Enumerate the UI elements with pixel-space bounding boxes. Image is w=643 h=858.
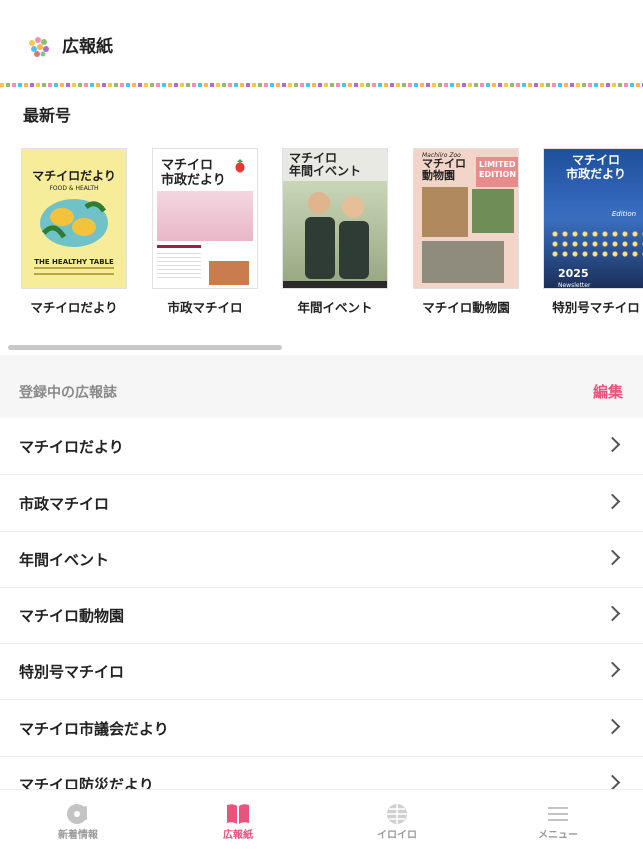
list-item[interactable]: 年間イベント	[0, 531, 643, 588]
issue-card-label: 特別号マチイロ	[552, 300, 640, 315]
limited-edition-badge: LIMITED EDITION	[476, 157, 518, 187]
cover-title: マチイロ	[289, 151, 338, 165]
cover-tag-2: Newsletter	[558, 282, 591, 289]
red-panda-photo	[209, 261, 249, 285]
list-item[interactable]: マチイロだより	[0, 418, 643, 475]
chevron-right-icon	[604, 774, 621, 790]
cover-rule	[157, 245, 201, 248]
machiiro-logo-icon	[29, 37, 49, 57]
registered-section-title: 登録中の広報誌	[19, 385, 117, 401]
nav-item-kohoshi[interactable]: 広報紙	[178, 790, 298, 858]
chevron-right-icon	[604, 718, 621, 735]
globe-icon	[387, 804, 407, 824]
list-item-label: マチイロ動物園	[19, 607, 125, 625]
list-item[interactable]: マチイロ市議会だより	[0, 700, 643, 757]
chevron-right-icon	[604, 661, 621, 678]
edit-button[interactable]: 編集	[593, 381, 623, 402]
app-header: 広報紙	[0, 0, 643, 84]
registered-list: マチイロだより 市政マチイロ 年間イベント マチイロ動物園 特別号マチイロ マチ…	[0, 418, 643, 790]
issue-card-machiiro-dayori[interactable]: マチイロだより FOOD & HEALTH THE HEALTHY TABLE …	[21, 148, 127, 315]
cover-title: マチイロ	[571, 153, 620, 167]
nav-item-iroiro[interactable]: イロイロ	[337, 790, 457, 858]
family-photo	[157, 191, 253, 241]
issue-card-label: マチイロだより	[30, 300, 118, 315]
list-item-label: 市政マチイロ	[19, 495, 110, 513]
bottom-navigation: 新着情報 広報紙 イロイロ メニュー	[0, 789, 643, 858]
latest-issues-carousel[interactable]: マチイロだより FOOD & HEALTH THE HEALTHY TABLE …	[0, 148, 643, 328]
cover-footer-bar	[283, 281, 387, 288]
cover-title-2: 市政だより	[161, 173, 226, 188]
list-item[interactable]: マチイロ防災だより	[0, 756, 643, 790]
cover-rule	[34, 273, 114, 275]
city-lights-photo	[550, 229, 643, 259]
strawberry-icon	[235, 159, 245, 173]
issue-card-special[interactable]: マチイロ 市政だより Edition 2025 Newsletter 特別号マチ…	[543, 148, 643, 315]
panda-photo	[472, 189, 514, 233]
issue-card-zoo[interactable]: Machiiro Zoo マチイロ 動物園 LIMITED EDITION マチ…	[413, 148, 519, 315]
list-item-label: 年間イベント	[19, 551, 110, 569]
book-icon	[227, 804, 249, 824]
registered-section-header: 登録中の広報誌 編集	[0, 355, 643, 418]
list-item[interactable]: 市政マチイロ	[0, 475, 643, 532]
list-item-label: マチイロ防災だより	[19, 776, 154, 790]
nav-item-menu[interactable]: メニュー	[498, 790, 618, 858]
nav-label: メニュー	[538, 830, 578, 841]
nav-label: 新着情報	[58, 830, 98, 841]
list-item[interactable]: 特別号マチイロ	[0, 643, 643, 700]
people-illustration-icon	[305, 192, 369, 279]
cover-title-2: 市政だより	[566, 167, 626, 181]
issue-cover[interactable]: マチイロだより FOOD & HEALTH THE HEALTHY TABLE	[21, 148, 127, 289]
menu-icon	[548, 807, 568, 821]
koala-photo	[422, 241, 504, 283]
issue-card-label: マチイロ動物園	[422, 300, 510, 315]
decorative-divider	[0, 83, 643, 87]
issue-card-shisei[interactable]: マチイロ 市政だより 市政マチイロ	[152, 148, 258, 315]
issue-card-nenkan-event[interactable]: マチイロ 年間イベント 年間イベント	[282, 148, 388, 315]
list-item-label: 特別号マチイロ	[19, 663, 125, 681]
issue-cover[interactable]: マチイロ 年間イベント	[282, 148, 388, 289]
chevron-right-icon	[604, 605, 621, 622]
chevron-right-icon	[604, 493, 621, 510]
list-item-label: マチイロだより	[19, 438, 124, 456]
issue-cover[interactable]: Machiiro Zoo マチイロ 動物園 LIMITED EDITION	[413, 148, 519, 289]
chevron-right-icon	[604, 549, 621, 566]
disc-icon	[67, 804, 87, 824]
cover-title-2: 年間イベント	[289, 164, 362, 178]
nav-label: 広報紙	[223, 830, 253, 841]
lemon-illustration-icon	[40, 199, 108, 247]
cover-rule	[34, 267, 114, 269]
nav-label: イロイロ	[377, 830, 417, 841]
nav-item-news[interactable]: 新着情報	[18, 790, 138, 858]
carousel-scrollbar[interactable]	[8, 345, 282, 350]
cover-tag: Edition	[611, 210, 637, 218]
issue-cover[interactable]: マチイロ 市政だより Edition 2025 Newsletter	[543, 148, 643, 289]
list-item[interactable]: マチイロ動物園	[0, 587, 643, 644]
issue-cover[interactable]: マチイロ 市政だより	[152, 148, 258, 289]
issue-card-label: 年間イベント	[297, 300, 373, 315]
giraffe-photo	[422, 187, 468, 237]
page-title: 広報紙	[62, 37, 113, 57]
cover-text-block	[157, 253, 201, 281]
issue-card-label: 市政マチイロ	[167, 300, 243, 315]
latest-section-title: 最新号	[23, 106, 72, 125]
list-item-label: マチイロ市議会だより	[19, 720, 169, 738]
chevron-right-icon	[604, 436, 621, 453]
cover-title: マチイロだより	[32, 169, 116, 183]
